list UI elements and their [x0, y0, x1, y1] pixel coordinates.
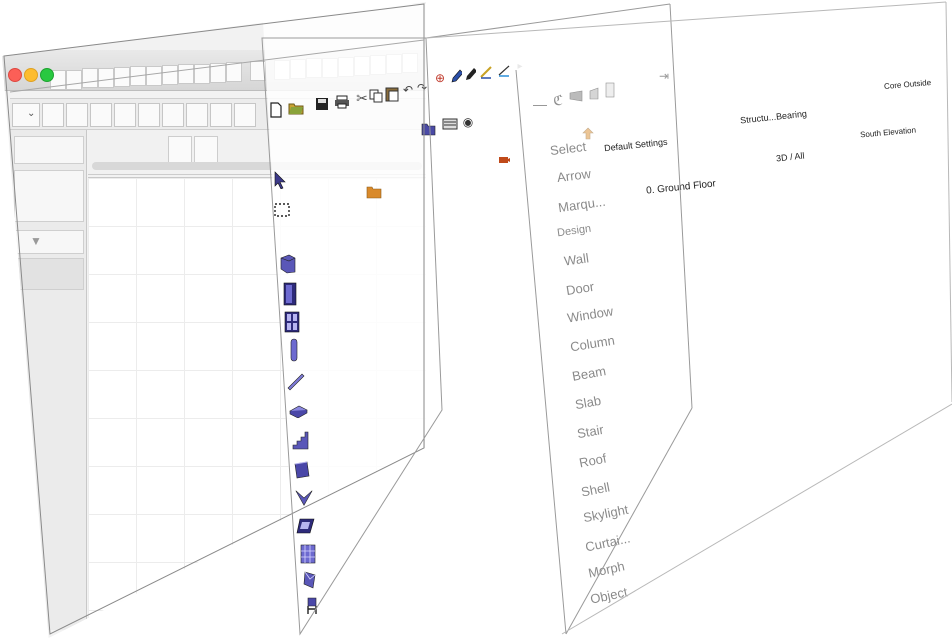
toolbar-button[interactable]: [114, 67, 130, 87]
toolbar-button[interactable]: [210, 63, 226, 83]
open-folder-icon[interactable]: [286, 98, 306, 118]
toolbar-button[interactable]: [178, 64, 194, 84]
toolbar-button[interactable]: [186, 103, 208, 127]
roof-icon[interactable]: [292, 460, 312, 480]
skylight-icon[interactable]: [296, 516, 316, 536]
toolbar-button[interactable]: [162, 103, 184, 127]
toolbar-button[interactable]: [90, 103, 112, 127]
navigator-header[interactable]: [14, 136, 84, 164]
object-icon[interactable]: [302, 596, 322, 616]
toolbar-button[interactable]: [82, 68, 98, 88]
toolbar-button[interactable]: [66, 103, 88, 127]
beam-icon[interactable]: [286, 372, 306, 392]
arrow-icon[interactable]: [270, 170, 290, 190]
toolbar-dropdown[interactable]: ⌄: [12, 103, 40, 127]
curtain-wall-icon[interactable]: [298, 544, 318, 564]
door-icon[interactable]: [280, 282, 300, 306]
toolbar-button[interactable]: [130, 66, 146, 86]
toolbar-dropdown[interactable]: [250, 61, 266, 81]
toolbar-dropdown[interactable]: [226, 62, 242, 82]
toolbar-button[interactable]: [114, 103, 136, 127]
morph-icon[interactable]: [300, 570, 320, 590]
minimize-button[interactable]: [24, 68, 38, 82]
toolbar-button[interactable]: [234, 103, 256, 127]
navigator-preview: [14, 170, 84, 222]
stair-icon[interactable]: [290, 430, 310, 450]
toolbar-button[interactable]: [146, 66, 162, 86]
toolbar-button[interactable]: [138, 103, 160, 127]
print-icon[interactable]: [332, 92, 352, 112]
chevron-down-icon: ⌄: [27, 108, 36, 119]
disclosure-triangle-icon[interactable]: ▼: [30, 234, 42, 248]
column-icon[interactable]: [284, 338, 304, 362]
toolbar-button[interactable]: [194, 64, 210, 84]
close-button[interactable]: [8, 68, 22, 82]
navigator-panel: [10, 130, 87, 630]
zoom-button[interactable]: [40, 68, 54, 82]
measure-icon[interactable]: [476, 62, 496, 82]
marquee-icon[interactable]: [272, 200, 292, 220]
toolbar-button[interactable]: [98, 68, 114, 88]
toolbar-button[interactable]: [66, 70, 82, 90]
navigator-section-toggle[interactable]: [14, 230, 84, 254]
camera-icon[interactable]: [494, 150, 514, 170]
save-icon[interactable]: [312, 94, 332, 114]
slab-icon[interactable]: [288, 400, 308, 420]
toolbar-button[interactable]: [162, 65, 178, 85]
folder-icon[interactable]: [364, 182, 384, 202]
wall-icon[interactable]: [278, 254, 298, 274]
window-icon[interactable]: [282, 311, 302, 333]
navigator-list-header: [14, 258, 84, 290]
toolbar-button[interactable]: [42, 103, 64, 127]
eye-icon[interactable]: ◉: [458, 112, 478, 132]
new-document-icon[interactable]: [266, 100, 286, 120]
exploded-ui-view: ⌄ ▼ ✂ ↶ ↷ ⊕ ◉ Default Settings 0. Ground…: [0, 0, 952, 638]
info-box-layer: [520, 0, 952, 638]
redo-icon[interactable]: ↷: [412, 78, 432, 98]
toolbar-button[interactable]: [210, 103, 232, 127]
layer-folder-icon[interactable]: [418, 118, 438, 138]
layer-settings-icon[interactable]: [440, 114, 460, 134]
shell-icon[interactable]: [294, 488, 314, 508]
